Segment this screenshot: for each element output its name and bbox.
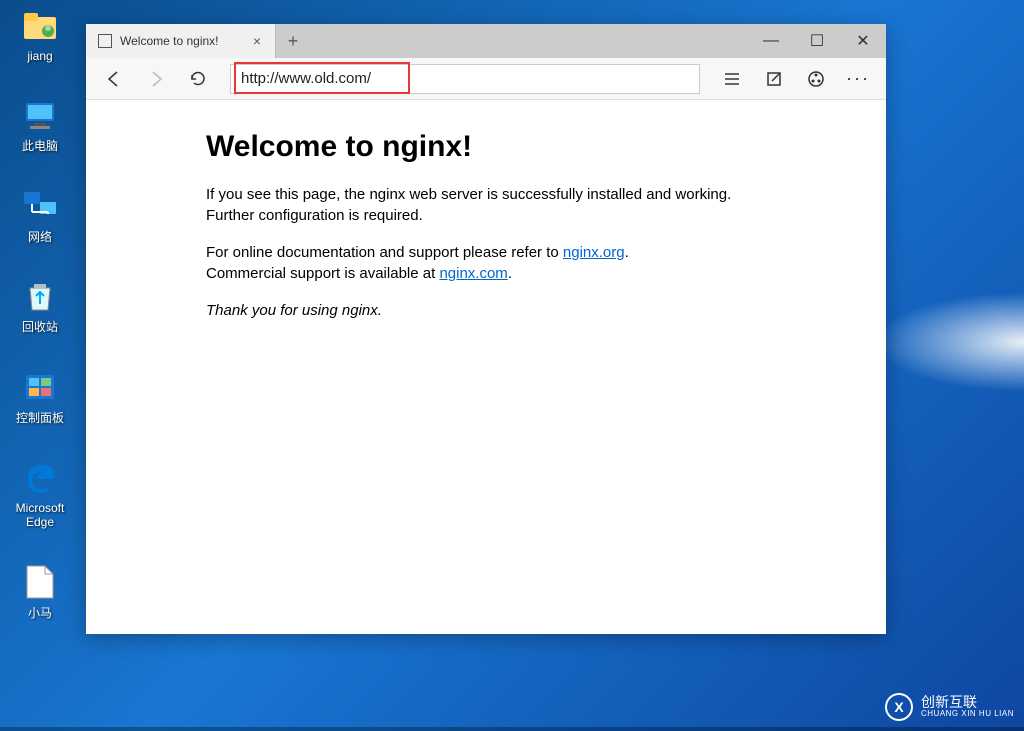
more-icon: ··· [846, 68, 870, 89]
desktop-icon-label: 控制面板 [16, 411, 64, 425]
control-panel-icon [20, 367, 60, 407]
desktop-icon-edge[interactable]: Microsoft Edge [5, 457, 75, 530]
page-content-area: Welcome to nginx! If you see this page, … [86, 100, 886, 634]
pen-icon [765, 70, 783, 88]
reading-view-button[interactable] [714, 61, 750, 97]
watermark-logo: X 创新互联 CHUANG XIN HU LIAN [885, 693, 1014, 721]
back-button[interactable] [96, 61, 132, 97]
forward-button[interactable] [138, 61, 174, 97]
browser-tab-active[interactable]: Welcome to nginx! × [86, 24, 276, 58]
arrow-right-icon [147, 70, 165, 88]
desktop-icon-label: 网络 [28, 230, 52, 244]
tab-title: Welcome to nginx! [120, 34, 219, 48]
page-paragraph-1: If you see this page, the nginx web serv… [206, 184, 766, 226]
desktop-icons-column: jiang 此电脑 网络 回收站 控制面板 Microsoft Edge 小 [5, 5, 75, 620]
more-button[interactable]: ··· [840, 61, 876, 97]
user-folder-icon [20, 5, 60, 45]
new-tab-button[interactable]: + [276, 24, 310, 58]
nginx-com-link[interactable]: nginx.com [439, 265, 507, 282]
close-window-button[interactable]: ✕ [840, 24, 886, 58]
desktop-icon-this-pc[interactable]: 此电脑 [5, 95, 75, 153]
share-button[interactable] [798, 61, 834, 97]
arrow-left-icon [105, 70, 123, 88]
desktop-icon-jiang[interactable]: jiang [5, 5, 75, 63]
share-icon [806, 69, 826, 89]
taskbar[interactable] [0, 727, 1024, 731]
maximize-button[interactable]: ☐ [794, 24, 840, 58]
page-paragraph-2: For online documentation and support ple… [206, 242, 766, 284]
page-thankyou: Thank you for using nginx. [206, 300, 766, 321]
watermark-subtext: CHUANG XIN HU LIAN [921, 710, 1014, 719]
desktop-icon-recycle-bin[interactable]: 回收站 [5, 276, 75, 334]
page-favicon-icon [98, 34, 112, 48]
desktop-icon-file[interactable]: 小马 [5, 562, 75, 620]
refresh-button[interactable] [180, 61, 216, 97]
file-icon [20, 562, 60, 602]
browser-toolbar: ··· [86, 58, 886, 100]
desktop-icon-label: jiang [27, 49, 52, 63]
minimize-button[interactable]: — [748, 24, 794, 58]
edge-browser-icon [20, 457, 60, 497]
desktop-icon-label: 小马 [28, 606, 52, 620]
recycle-bin-icon [20, 276, 60, 316]
this-pc-icon [20, 95, 60, 135]
address-bar[interactable] [230, 64, 700, 94]
page-heading: Welcome to nginx! [206, 130, 766, 164]
desktop-icon-label: Microsoft Edge [5, 501, 75, 530]
web-notes-button[interactable] [756, 61, 792, 97]
tab-close-button[interactable]: × [247, 33, 267, 49]
desktop-icon-control-panel[interactable]: 控制面板 [5, 367, 75, 425]
url-input[interactable] [231, 65, 699, 93]
edge-browser-window: Welcome to nginx! × + — ☐ ✕ [86, 24, 886, 634]
reading-list-icon [723, 72, 741, 86]
desktop-icon-label: 此电脑 [22, 139, 58, 153]
desktop-icon-network[interactable]: 网络 [5, 186, 75, 244]
network-icon [20, 186, 60, 226]
watermark-text: 创新互联 [921, 695, 1014, 710]
nginx-org-link[interactable]: nginx.org [563, 244, 625, 261]
window-controls: — ☐ ✕ [748, 24, 886, 58]
refresh-icon [189, 70, 207, 88]
desktop-light-effect [874, 292, 1024, 392]
watermark-badge-icon: X [885, 693, 913, 721]
tab-bar: Welcome to nginx! × + — ☐ ✕ [86, 24, 886, 58]
desktop-icon-label: 回收站 [22, 320, 58, 334]
